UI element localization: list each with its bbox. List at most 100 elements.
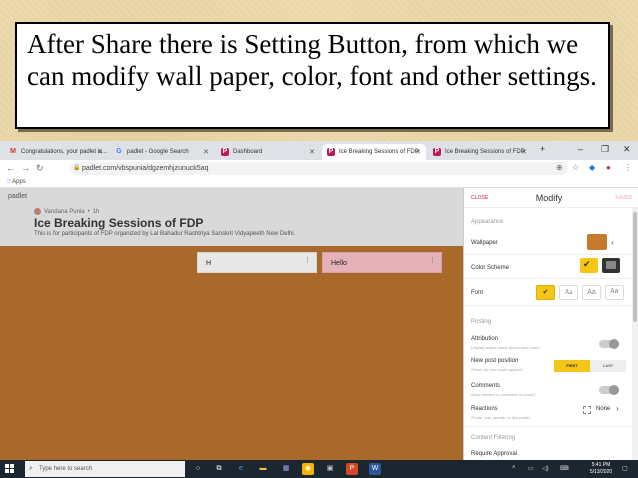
font-option-sans[interactable]: Aa: [582, 285, 601, 300]
comments-toggle[interactable]: [599, 385, 619, 395]
volume-icon[interactable]: ◁): [542, 465, 549, 472]
system-clock[interactable]: 5:41 PM 5/13/2020: [586, 462, 616, 476]
font-option-selected[interactable]: ✔: [536, 285, 555, 300]
windows-start-icon[interactable]: [5, 464, 15, 474]
taskbar-search-input[interactable]: ⌕ Type here to search: [25, 461, 185, 477]
new-post-position-description: Where do new posts appear?: [471, 367, 524, 372]
post-card[interactable]: H ⋮: [197, 252, 317, 273]
reactions-value[interactable]: None: [596, 406, 610, 412]
author-name: Vandana Punia: [44, 208, 85, 215]
cortana-icon[interactable]: ○: [192, 463, 204, 475]
network-icon[interactable]: ▭: [528, 465, 534, 472]
edge-icon[interactable]: e: [235, 463, 247, 475]
post-card[interactable]: Hello ⋮: [322, 252, 442, 273]
chevron-up-icon[interactable]: ˄: [512, 465, 516, 471]
wall-title: Ice Breaking Sessions of FDP: [34, 216, 204, 230]
modify-panel-header: CLOSE Modify SAVED: [464, 188, 638, 208]
address-bar-row: ← → ↻ 🔒 padlet.com/vbspunia/dgzemhjzunuc…: [0, 160, 638, 176]
extension-icon[interactable]: ◆: [589, 163, 595, 172]
require-approval-label: Require Approval: [471, 451, 518, 457]
close-tab-icon[interactable]: ✕: [415, 148, 421, 156]
divider: [464, 305, 638, 306]
forward-icon[interactable]: →: [21, 163, 30, 173]
post-menu-icon[interactable]: ⋮: [429, 256, 436, 264]
close-tab-icon[interactable]: ✕: [521, 148, 527, 156]
lock-icon: 🔒: [73, 165, 81, 171]
color-scheme-light-option[interactable]: ✔: [580, 258, 598, 273]
browser-tab[interactable]: P Dashboard ✕: [216, 144, 320, 160]
browser-tab-active[interactable]: P Ice Breaking Sessions of FDP ✕: [322, 144, 426, 160]
word-icon[interactable]: W: [369, 463, 381, 475]
browser-tab[interactable]: M Congratulations, your padlet is... ✕: [4, 144, 108, 160]
profile-avatar-icon[interactable]: ●: [606, 163, 611, 172]
maximize-icon[interactable]: ❐: [601, 144, 609, 155]
url-input[interactable]: 🔒 padlet.com/vbspunia/dgzemhjzunuck5aq: [70, 162, 568, 175]
attribution-label: Attribution: [471, 336, 499, 342]
wallpaper-label: Wallpaper: [471, 240, 498, 246]
font-option-mono[interactable]: Aa: [605, 285, 624, 300]
chevron-right-icon[interactable]: ›: [616, 404, 619, 413]
apps-bookmark[interactable]: Apps: [12, 179, 26, 185]
dot-separator: •: [87, 208, 90, 215]
tab-label: Dashboard: [233, 149, 263, 155]
panel-title: Modify: [535, 193, 563, 203]
post-age: 1h: [92, 208, 100, 215]
minimize-icon[interactable]: –: [578, 144, 583, 154]
modify-panel: CLOSE Modify SAVED Appearance Wallpaper …: [463, 188, 638, 460]
author-line: Vandana Punia • 1h: [34, 208, 99, 215]
attribution-description: Display author name above each post?: [471, 345, 541, 350]
media-icon[interactable]: ▣: [324, 463, 336, 475]
apps-grid-icon[interactable]: ⁝⁝: [7, 179, 11, 185]
content-filtering-header: Content Filtering: [471, 435, 516, 441]
input-language-icon[interactable]: ⌨: [560, 465, 569, 472]
browser-tab[interactable]: G padlet - Google Search ✕: [110, 144, 214, 160]
padlet-logo[interactable]: padlet: [8, 193, 27, 200]
reactions-label: Reactions: [471, 406, 498, 412]
star-icon[interactable]: ☆: [572, 163, 579, 172]
close-window-icon[interactable]: ✕: [623, 144, 631, 155]
powerpoint-icon[interactable]: P: [346, 463, 358, 475]
clock-date: 5/13/2020: [589, 469, 613, 475]
bookmarks-bar: ⁝⁝ Apps: [0, 176, 638, 188]
close-tab-icon[interactable]: ✕: [309, 148, 315, 156]
zoom-icon[interactable]: ⊕: [556, 163, 563, 172]
save-button[interactable]: SAVED: [615, 195, 632, 201]
browser-tab[interactable]: P Ice Breaking Sessions of FDP ✕: [428, 144, 532, 160]
menu-dots-icon[interactable]: ⋮: [624, 163, 632, 172]
store-icon[interactable]: ▦: [280, 463, 292, 475]
screenshot-area: M Congratulations, your padlet is... ✕ G…: [0, 141, 638, 478]
post-text: H: [206, 260, 212, 267]
padlet-icon: P: [433, 148, 441, 156]
close-tab-icon[interactable]: ✕: [97, 148, 103, 156]
color-scheme-label: Color Scheme: [471, 265, 510, 271]
browser-tab-bar: M Congratulations, your padlet is... ✕ G…: [0, 141, 638, 160]
wall-header: padlet Vandana Punia • 1h Ice Breaking S…: [0, 188, 463, 246]
font-label: Font: [471, 290, 484, 296]
posting-header: Posting: [471, 319, 492, 325]
font-option-serif[interactable]: Aa: [559, 285, 578, 300]
divider: [464, 254, 638, 255]
wallpaper-swatch[interactable]: [587, 234, 607, 250]
comments-label: Comments: [471, 383, 501, 389]
post-menu-icon[interactable]: ⋮: [304, 256, 311, 264]
new-post-last-button[interactable]: LAST: [590, 360, 626, 372]
task-view-icon[interactable]: ⧉: [213, 463, 225, 475]
reactions-empty-icon: [583, 406, 591, 414]
panel-scrollbar[interactable]: [632, 208, 638, 460]
back-icon[interactable]: ←: [6, 163, 15, 173]
reload-icon[interactable]: ↻: [36, 163, 44, 174]
attribution-toggle[interactable]: [599, 339, 619, 349]
chevron-right-icon[interactable]: ›: [611, 238, 614, 247]
appearance-header: Appearance: [471, 219, 504, 225]
checkmark-icon: ✔: [583, 259, 591, 269]
notifications-icon[interactable]: ▢: [622, 465, 628, 472]
file-explorer-icon[interactable]: ▬: [257, 463, 269, 475]
color-scheme-dark-option[interactable]: [602, 258, 620, 273]
new-tab-button[interactable]: +: [540, 144, 545, 154]
padlet-icon: P: [221, 148, 229, 156]
tab-label: Ice Breaking Sessions of FDP: [339, 149, 419, 155]
chrome-icon[interactable]: ◉: [302, 463, 314, 475]
new-post-first-button[interactable]: FIRST: [554, 360, 590, 372]
scrollbar-thumb[interactable]: [633, 212, 637, 322]
close-tab-icon[interactable]: ✕: [203, 148, 209, 156]
